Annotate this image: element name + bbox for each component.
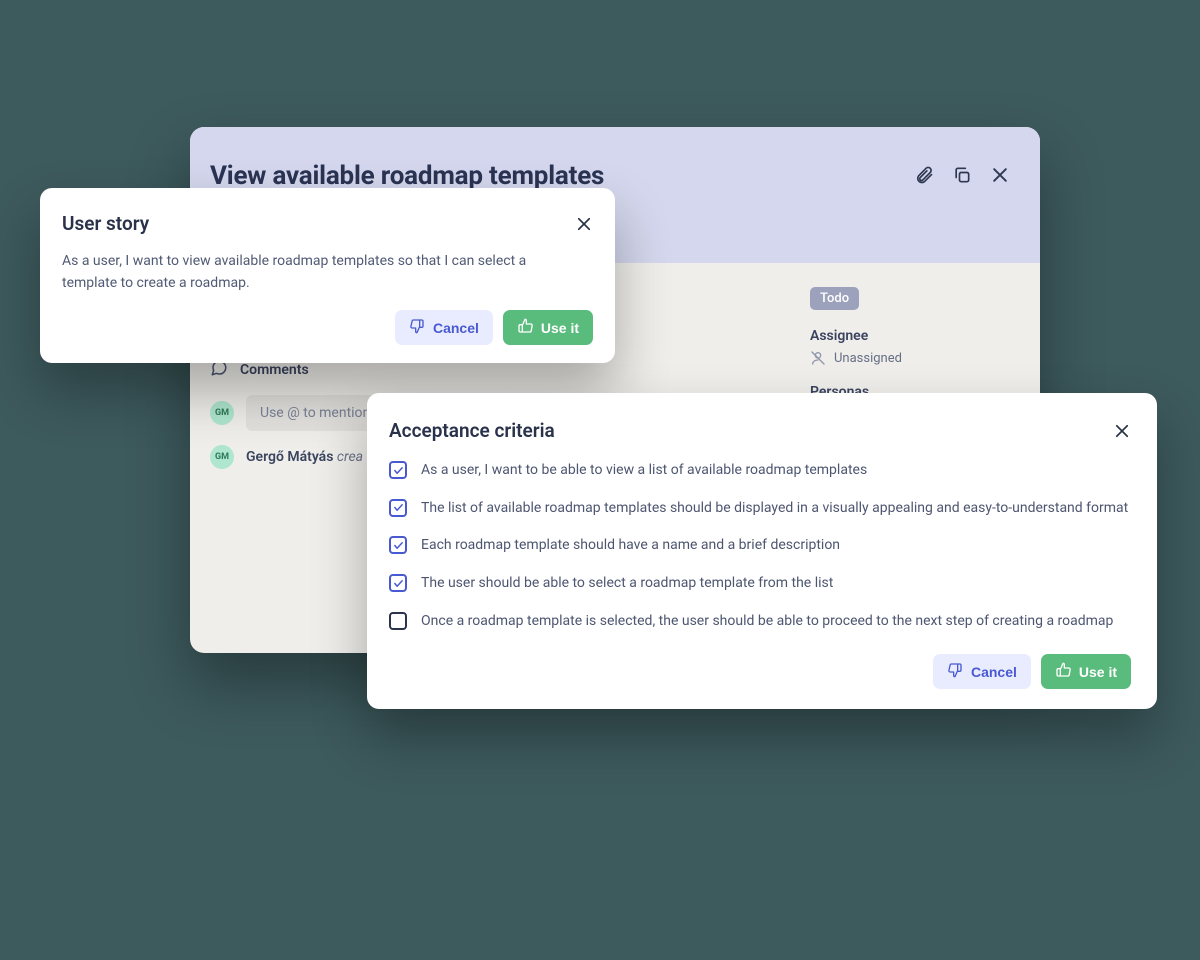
checkbox[interactable] <box>389 461 407 479</box>
ac-title: Acceptance criteria <box>389 419 555 442</box>
use-it-button[interactable]: Use it <box>1041 654 1131 689</box>
ac-item: Once a roadmap template is selected, the… <box>389 611 1131 633</box>
assignee-value[interactable]: Unassigned <box>810 350 1010 366</box>
cancel-label: Cancel <box>971 664 1017 680</box>
thumbs-down-icon <box>947 662 963 681</box>
avatar: GM <box>210 401 234 425</box>
user-story-title: User story <box>62 212 149 235</box>
acceptance-criteria-dialog: Acceptance criteria As a user, I want to… <box>367 393 1157 709</box>
checkbox[interactable] <box>389 499 407 517</box>
assignee-text: Unassigned <box>834 351 902 366</box>
cancel-button[interactable]: Cancel <box>933 654 1031 689</box>
ac-item-text: The list of available roadmap templates … <box>421 498 1128 520</box>
ac-header: Acceptance criteria <box>389 419 1131 442</box>
ac-item: As a user, I want to be able to view a l… <box>389 460 1131 482</box>
user-story-actions: Cancel Use it <box>62 310 593 345</box>
thumbs-down-icon <box>409 318 425 337</box>
ac-item-text: As a user, I want to be able to view a l… <box>421 460 867 482</box>
status-badge[interactable]: Todo <box>810 287 859 310</box>
user-story-dialog: User story As a user, I want to view ava… <box>40 188 615 363</box>
activity-text: Gergő Mátyás crea <box>246 449 363 465</box>
header-actions <box>914 161 1010 185</box>
user-story-header: User story <box>62 212 593 235</box>
author-name: Gergő Mátyás <box>246 449 333 465</box>
close-icon[interactable] <box>575 215 593 233</box>
ac-item-text: Each roadmap template should have a name… <box>421 535 840 557</box>
thumbs-up-icon <box>517 318 533 337</box>
ac-item: Each roadmap template should have a name… <box>389 535 1131 557</box>
assignee-label: Assignee <box>810 328 1010 344</box>
checkbox[interactable] <box>389 574 407 592</box>
author-action: crea <box>337 449 363 465</box>
ac-item-text: The user should be able to select a road… <box>421 573 833 595</box>
checkbox[interactable] <box>389 536 407 554</box>
copy-icon[interactable] <box>952 165 972 185</box>
ac-actions: Cancel Use it <box>389 654 1131 689</box>
use-label: Use it <box>1079 664 1117 680</box>
ac-list: As a user, I want to be able to view a l… <box>389 460 1131 632</box>
cancel-button[interactable]: Cancel <box>395 310 493 345</box>
ac-item-text: Once a roadmap template is selected, the… <box>421 611 1113 633</box>
person-off-icon <box>810 350 826 366</box>
use-label: Use it <box>541 320 579 336</box>
use-it-button[interactable]: Use it <box>503 310 593 345</box>
ac-item: The list of available roadmap templates … <box>389 498 1131 520</box>
user-story-body: As a user, I want to view available road… <box>62 251 562 294</box>
attachment-icon[interactable] <box>914 165 934 185</box>
thumbs-up-icon <box>1055 662 1071 681</box>
close-icon[interactable] <box>990 165 1010 185</box>
close-icon[interactable] <box>1113 422 1131 440</box>
avatar: GM <box>210 445 234 469</box>
ac-item: The user should be able to select a road… <box>389 573 1131 595</box>
task-title: View available roadmap templates <box>210 161 604 191</box>
checkbox[interactable] <box>389 612 407 630</box>
cancel-label: Cancel <box>433 320 479 336</box>
comments-label: Comments <box>240 362 309 378</box>
